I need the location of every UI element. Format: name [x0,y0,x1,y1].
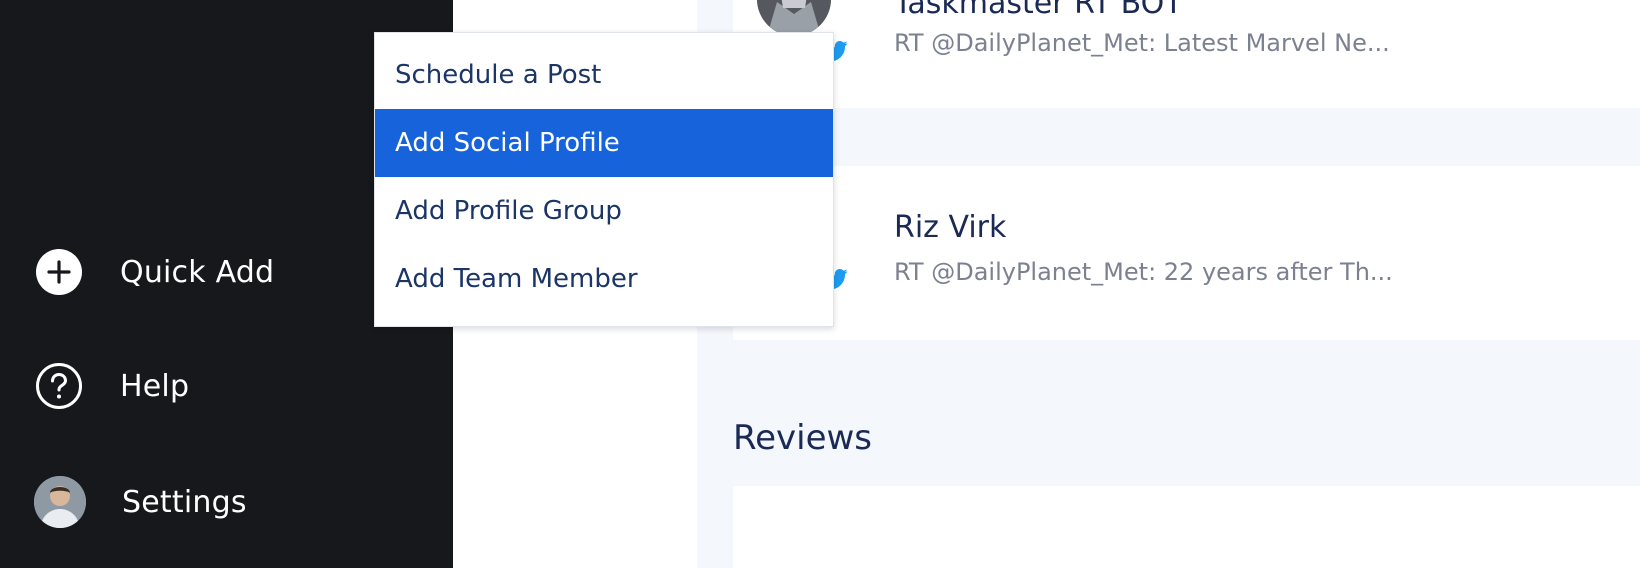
post-card[interactable]: Riz Virk RT @DailyPlanet_Met: 22 years a… [733,166,1640,340]
settings-button[interactable]: Settings [34,476,247,528]
quick-add-menu: Schedule a Post Add Social Profile Add P… [374,32,834,327]
post-text: RT @DailyPlanet_Met: Latest Marvel Ne... [894,29,1390,57]
post-author: Riz Virk [894,210,1007,245]
menu-item-add-social-profile[interactable]: Add Social Profile [375,109,833,177]
help-label: Help [120,368,190,404]
menu-item-add-profile-group[interactable]: Add Profile Group [375,177,833,245]
post-avatar [757,0,831,36]
post-text: RT @DailyPlanet_Met: 22 years after Th..… [894,258,1393,286]
menu-item-schedule-post[interactable]: Schedule a Post [375,41,833,109]
post-card[interactable]: Taskmaster RT BOT RT @DailyPlanet_Met: L… [733,0,1640,108]
menu-item-add-team-member[interactable]: Add Team Member [375,245,833,313]
help-button[interactable]: Help [34,360,189,412]
quick-add-button[interactable]: Quick Add [34,246,274,298]
plus-circle-icon [34,247,84,297]
question-circle-icon [34,361,84,411]
quick-add-label: Quick Add [120,254,275,290]
reviews-card [733,486,1640,568]
avatar [34,476,86,528]
post-author: Taskmaster RT BOT [894,0,1183,21]
settings-label: Settings [122,484,247,520]
reviews-heading: Reviews [733,418,873,458]
